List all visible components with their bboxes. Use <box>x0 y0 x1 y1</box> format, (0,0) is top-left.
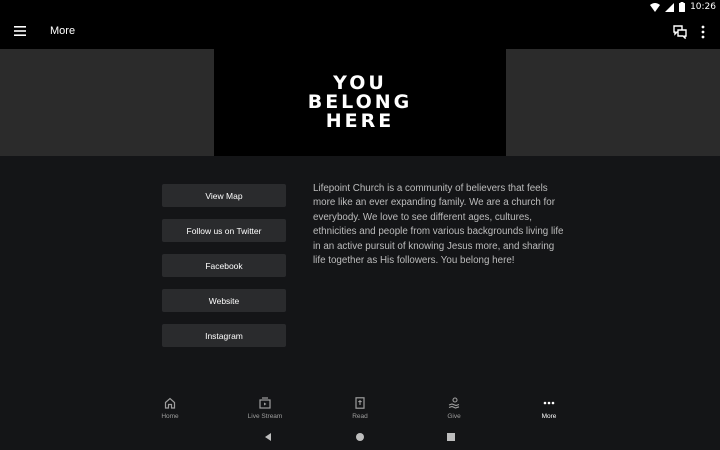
status-icons: 10:26 <box>650 1 716 13</box>
status-bar: 10:26 <box>0 0 720 14</box>
nav-item-more[interactable]: More <box>514 390 584 426</box>
website-button[interactable]: Website <box>162 289 286 312</box>
wifi-icon <box>650 2 661 12</box>
overflow-menu-icon[interactable] <box>700 25 706 39</box>
give-icon <box>448 397 460 409</box>
page-title: More <box>50 25 76 37</box>
view-map-button[interactable]: View Map <box>162 184 286 207</box>
status-time: 10:26 <box>690 2 716 12</box>
hamburger-menu-icon[interactable] <box>14 25 26 37</box>
nav-label: Live Stream <box>247 413 283 420</box>
hero-section: YOU BELONG HERE <box>0 49 720 156</box>
bible-icon <box>355 397 365 409</box>
nav-label: Read <box>352 413 368 420</box>
home-button-icon[interactable] <box>355 432 365 442</box>
battery-icon <box>679 2 686 12</box>
home-icon <box>164 397 176 409</box>
nav-item-give[interactable]: Give <box>419 390 489 426</box>
facebook-button[interactable]: Facebook <box>162 254 286 277</box>
follow-twitter-button[interactable]: Follow us on Twitter <box>162 219 286 242</box>
chat-icon[interactable] <box>673 25 687 39</box>
more-dots-icon <box>543 401 555 405</box>
live-stream-icon <box>259 397 271 409</box>
recents-icon[interactable] <box>446 432 456 442</box>
instagram-button[interactable]: Instagram <box>162 324 286 347</box>
nav-label: More <box>541 413 557 420</box>
hero-line: HERE <box>325 110 395 132</box>
cell-signal-icon <box>665 2 675 12</box>
hero-banner: YOU BELONG HERE <box>214 49 506 156</box>
nav-item-read[interactable]: Read <box>325 390 395 426</box>
system-nav-bar <box>0 426 720 450</box>
about-text: Lifepoint Church is a community of belie… <box>313 183 564 267</box>
bottom-nav: Home Live Stream Read Give More <box>0 390 720 426</box>
back-icon[interactable] <box>263 432 273 442</box>
nav-item-home[interactable]: Home <box>135 390 205 426</box>
nav-item-live-stream[interactable]: Live Stream <box>230 390 300 426</box>
nav-label: Give <box>447 413 461 420</box>
app-bar: More <box>0 14 720 49</box>
nav-label: Home <box>161 413 179 420</box>
